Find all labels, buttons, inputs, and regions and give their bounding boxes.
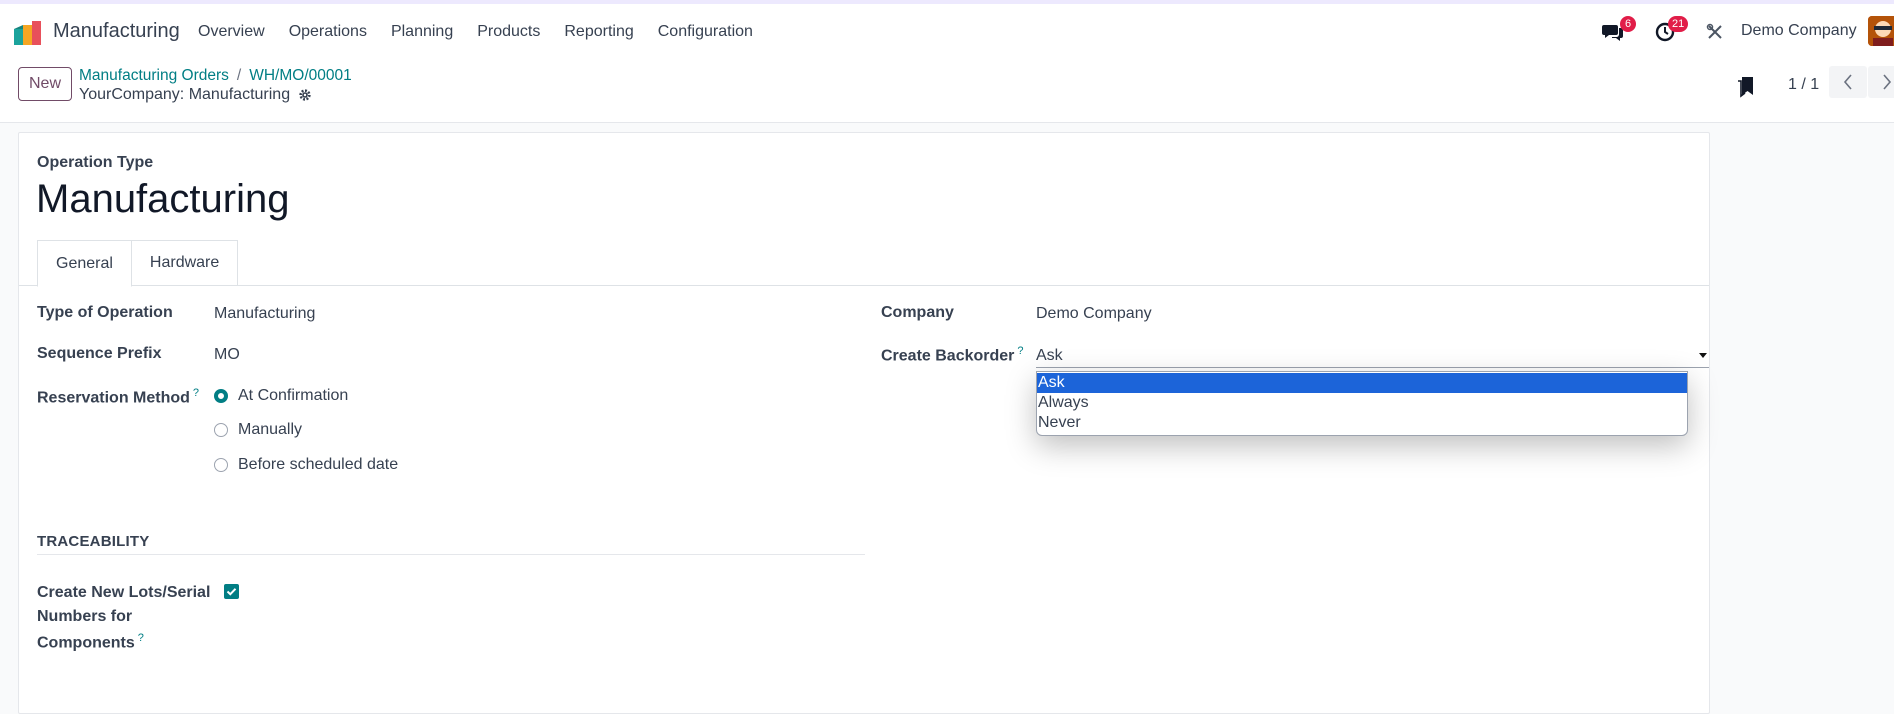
create-lots-label-line3-text: Components — [37, 634, 135, 652]
pager-value[interactable]: 1 / 1 — [1788, 76, 1819, 94]
new-button[interactable]: New — [18, 67, 72, 101]
sequence-prefix-label: Sequence Prefix — [37, 345, 162, 362]
create-lots-label-line3: Components? — [37, 632, 144, 652]
sequence-prefix-value[interactable]: MO — [214, 346, 240, 364]
create-backorder-selected-value: Ask — [1036, 347, 1063, 364]
pager-next-button[interactable] — [1868, 66, 1894, 98]
radio-label-manually[interactable]: Manually — [238, 421, 302, 439]
reservation-method-label: Reservation Method? — [37, 387, 199, 407]
record-subtitle-text: YourCompany: Manufacturing — [79, 86, 291, 103]
chevron-right-icon — [1883, 74, 1892, 90]
create-backorder-dropdown: Ask Always Never — [1036, 371, 1688, 436]
tab-hardware[interactable]: Hardware — [130, 240, 239, 286]
form-tabs: General Hardware — [37, 240, 239, 287]
user-avatar[interactable] — [1868, 16, 1894, 46]
create-backorder-help[interactable]: ? — [1017, 345, 1023, 357]
radio-at-confirmation[interactable] — [214, 389, 228, 403]
radio-label-before-scheduled-date[interactable]: Before scheduled date — [238, 456, 398, 474]
create-lots-label-line2: Numbers for — [37, 608, 133, 625]
create-backorder-label-text: Create Backorder — [881, 347, 1015, 365]
radio-label-at-confirmation[interactable]: At Confirmation — [238, 387, 348, 405]
radio-manually[interactable] — [214, 423, 228, 437]
bookmark-icon[interactable] — [1737, 76, 1755, 98]
manufacturing-app-icon[interactable] — [14, 21, 44, 45]
main-navbar: Manufacturing Overview Operations Planni… — [0, 4, 1894, 58]
chevron-left-icon — [1843, 74, 1852, 90]
breadcrumb-current-record[interactable]: WH/MO/00001 — [249, 67, 352, 84]
record-title[interactable]: Manufacturing — [36, 177, 289, 222]
pager-previous-button[interactable] — [1829, 66, 1867, 98]
record-subtitle: YourCompany: Manufacturing — [79, 86, 312, 104]
create-lots-help[interactable]: ? — [138, 632, 144, 644]
control-panel: New Manufacturing Orders / WH/MO/00001 You… — [0, 58, 1894, 123]
debug-tools-icon[interactable] — [1706, 23, 1724, 41]
radio-before-scheduled-date[interactable] — [214, 458, 228, 472]
app-name[interactable]: Manufacturing — [53, 20, 180, 43]
reservation-method-help[interactable]: ? — [193, 387, 199, 399]
reservation-method-label-text: Reservation Method — [37, 389, 190, 407]
traceability-heading: TRACEABILITY — [37, 533, 150, 550]
traceability-divider — [37, 554, 865, 555]
caret-down-icon — [1699, 353, 1707, 358]
menu-reporting[interactable]: Reporting — [564, 23, 633, 41]
checkmark-icon — [226, 588, 237, 596]
tab-general[interactable]: General — [37, 240, 132, 287]
menu-products[interactable]: Products — [477, 23, 540, 41]
gear-icon[interactable] — [298, 88, 312, 102]
menu-overview[interactable]: Overview — [198, 23, 265, 41]
activities-badge: 21 — [1668, 16, 1689, 32]
create-backorder-select[interactable]: Ask — [1036, 345, 1709, 368]
type-of-operation-value[interactable]: Manufacturing — [214, 305, 315, 323]
messages-badge: 6 — [1620, 16, 1636, 32]
breadcrumb-separator: / — [236, 67, 242, 84]
menu-configuration[interactable]: Configuration — [658, 23, 753, 41]
backorder-option-always[interactable]: Always — [1037, 393, 1687, 413]
company-value[interactable]: Demo Company — [1036, 305, 1152, 323]
create-backorder-label: Create Backorder? — [881, 345, 1024, 365]
company-switcher[interactable]: Demo Company — [1741, 22, 1857, 40]
menu-operations[interactable]: Operations — [289, 23, 367, 41]
breadcrumb-manufacturing-orders[interactable]: Manufacturing Orders — [79, 67, 229, 84]
menu-planning[interactable]: Planning — [391, 23, 453, 41]
create-lots-checkbox[interactable] — [224, 584, 239, 599]
backorder-option-never[interactable]: Never — [1037, 413, 1687, 433]
type-of-operation-label: Type of Operation — [37, 304, 173, 321]
breadcrumb: Manufacturing Orders / WH/MO/00001 — [79, 67, 352, 85]
company-label: Company — [881, 304, 954, 321]
create-lots-label-line1: Create New Lots/Serial — [37, 584, 211, 601]
top-menu: Overview Operations Planning Products Re… — [198, 23, 777, 41]
backorder-option-ask[interactable]: Ask — [1037, 373, 1687, 393]
tabs-divider — [19, 285, 1709, 286]
operation-type-label: Operation Type — [37, 154, 154, 171]
user-avatar-icon — [1868, 16, 1894, 46]
